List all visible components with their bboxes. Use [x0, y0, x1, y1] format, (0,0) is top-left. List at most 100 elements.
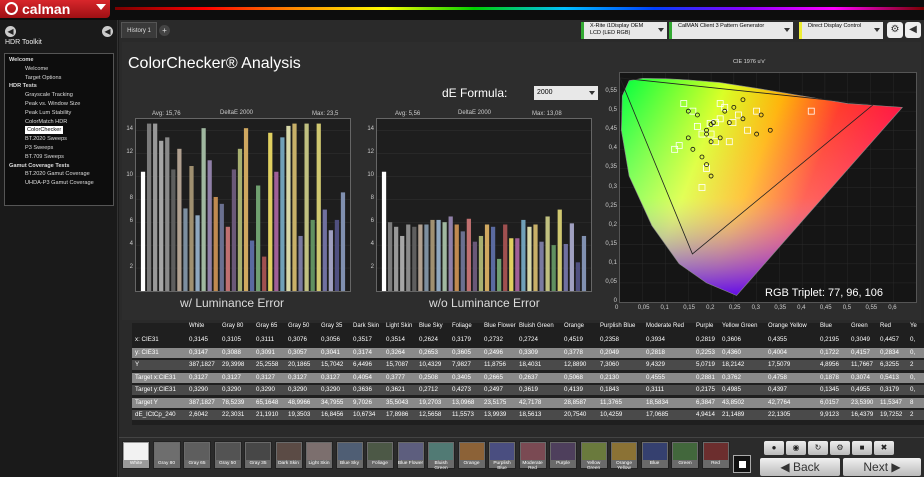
swatch-moderate-red[interactable]: Moderate Red [518, 441, 547, 471]
bar [195, 215, 200, 291]
tree-item[interactable]: BT.2020 Sweeps [25, 135, 67, 143]
swatch-foliage[interactable]: Foliage [366, 441, 394, 469]
tab-history-1[interactable]: History 1 [121, 22, 157, 38]
generator-selector[interactable]: CalMAN Client 3 Pattern Generator [669, 22, 793, 39]
swatch-label: Blue Flower [397, 461, 424, 466]
stop-icon[interactable]: ■ [852, 441, 872, 455]
table-cell: 0,4273 [452, 386, 471, 393]
bar [322, 209, 327, 291]
settings-icon[interactable]: ⚙ [830, 441, 850, 455]
swatch-label: Dark Skin [278, 461, 299, 466]
swatch-orange[interactable]: Orange [457, 441, 486, 469]
table-cell: 18,5613 [519, 411, 542, 418]
stop-button[interactable] [733, 455, 751, 473]
tree-item[interactable]: ColorMatch HDR [25, 118, 67, 126]
tree-group-header[interactable]: Gamut Coverage Tests [9, 162, 70, 170]
table-cell: 6,0157 [820, 398, 839, 406]
swatch-blue[interactable]: Blue [640, 441, 669, 469]
table-cell: 42,7764 [768, 398, 791, 406]
table-cell: 12,8890 [564, 361, 587, 368]
table-cell: 17,0685 [646, 411, 669, 418]
swatch-gray-50[interactable]: Gray 50 [213, 441, 242, 469]
tree-item[interactable]: Peak Lum Stability [25, 109, 71, 117]
tree-item[interactable]: Welcome [25, 65, 48, 73]
swatch-gray-35[interactable]: Gray 35 [244, 441, 272, 469]
calman-menu-button[interactable]: calman [0, 0, 110, 18]
x-tick-label: 0,35 [774, 305, 787, 311]
swatch-blue-sky[interactable]: Blue Sky [335, 441, 364, 469]
chart1-plot [135, 118, 351, 292]
table-cell: 0,2653 [419, 348, 438, 356]
bar [521, 219, 526, 291]
tree-item[interactable]: ColorChecker [25, 126, 64, 135]
tree-item[interactable]: Grayscale Tracking [25, 91, 73, 99]
swatch-blue-flower[interactable]: Blue Flower [396, 441, 425, 469]
swatch-light-skin[interactable]: Light Skin [305, 441, 333, 469]
record-icon[interactable]: ● [764, 441, 784, 455]
swatch-orange-yellow[interactable]: Orange Yellow [610, 441, 638, 471]
table-cell: 9,9123 [820, 411, 839, 418]
settings-gear-icon[interactable]: ⚙ [887, 22, 903, 38]
delete-icon[interactable]: ✖ [874, 441, 894, 455]
table-cell: y: CIE31 [135, 348, 159, 356]
swatch-label: Light Skin [308, 461, 330, 466]
swatch-white[interactable]: White [122, 441, 150, 469]
table-cell: 0,3517 [353, 336, 372, 343]
tree-group-header[interactable]: HDR Tests [9, 82, 37, 90]
column-header: Foliage [452, 323, 472, 329]
table-cell: 0,2818 [646, 348, 665, 356]
x-tick-label: 0,6 [888, 305, 897, 311]
swatch-label: Gray 80 [157, 461, 176, 466]
next-button[interactable]: Next ▶ [843, 458, 921, 476]
table-cell: 0,5068 [564, 373, 583, 381]
bar [316, 123, 321, 291]
table-cell: 0,2712 [419, 386, 438, 393]
tree-item[interactable]: BT.2020 Gamut Coverage [25, 170, 90, 178]
swatch-red[interactable]: Red [701, 441, 730, 469]
meter-selector[interactable]: X-Rite i1Display OEM LCD (LED RGB) [581, 22, 667, 39]
swatch-bluish-green[interactable]: Bluish Green [427, 441, 455, 471]
bar [581, 235, 587, 291]
bar [406, 224, 411, 291]
swatch-dark-skin[interactable]: Dark Skin [274, 441, 303, 469]
read-icon[interactable]: ◉ [786, 441, 806, 455]
table-cell: 28,8587 [564, 398, 587, 406]
tree-group-header[interactable]: Welcome [9, 56, 33, 64]
back-button[interactable]: ◀ Back [760, 458, 840, 476]
loop-icon[interactable]: ↻ [808, 441, 828, 455]
next-arrow-icon: ▶ [888, 460, 901, 474]
swatch-yellow-green[interactable]: Yellow Green [579, 441, 608, 471]
table-cell: 15,7042 [321, 361, 344, 368]
table-cell: 0,3105 [222, 336, 241, 343]
swatch-green[interactable]: Green [671, 441, 699, 469]
column-header: Blue [820, 323, 833, 329]
bar [569, 223, 574, 291]
swatch-color [337, 443, 362, 460]
add-tab-icon[interactable]: + [159, 25, 170, 36]
swatch-label: White [129, 461, 143, 466]
swatch-gray-65[interactable]: Gray 65 [183, 441, 211, 469]
swatch-purple[interactable]: Purple [549, 441, 577, 469]
tree-item[interactable]: Peak vs. Window Size [25, 100, 80, 108]
display-selector[interactable]: Direct Display Control [799, 22, 883, 39]
table-cell: 0,2624 [419, 336, 438, 343]
table-cell: 0,3777 [386, 373, 405, 381]
table-cell: 0,3606 [722, 336, 741, 343]
tree-item[interactable]: P3 Sweeps [25, 144, 53, 152]
tree-item[interactable]: BT.709 Sweeps [25, 153, 64, 161]
de-formula-select[interactable]: 2000 [534, 86, 598, 100]
chart1-svg [136, 123, 350, 291]
tree-item[interactable]: UHDA-P3 Gamut Coverage [25, 179, 94, 187]
swatch-purplish-blue[interactable]: Purplish Blue [488, 441, 516, 471]
table-cell: 0,2508 [419, 373, 438, 381]
sidebar-collapse-icon[interactable]: ◀ [102, 26, 113, 37]
swatch-label: Moderate Red [522, 461, 543, 471]
collapse-icon[interactable]: ◀ [905, 22, 921, 38]
tree-item[interactable]: Target Options [25, 74, 61, 82]
table-cell: 0, [910, 336, 916, 343]
table-cell: 0,3621 [386, 386, 405, 393]
table-row: Y 387,1827 29,3998 25,2558 20,1865 15,7042 6,4… [132, 360, 924, 370]
swatch-gray-80[interactable]: Gray 80 [152, 441, 181, 469]
sidebar-back-icon[interactable]: ◀ [5, 26, 16, 37]
x-tick-label: 0,5 [842, 305, 852, 311]
